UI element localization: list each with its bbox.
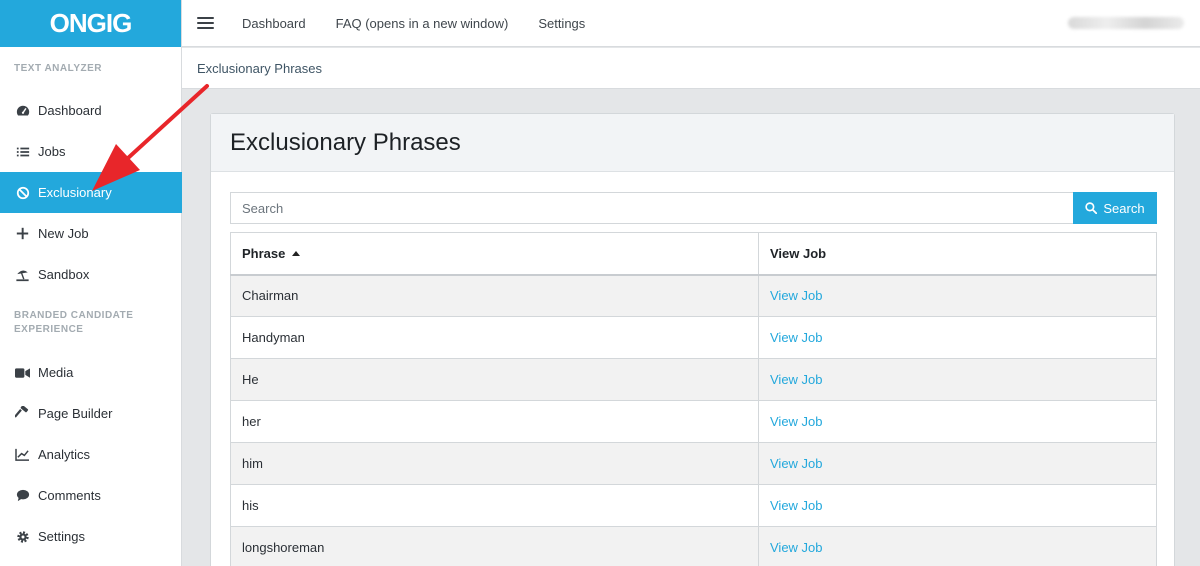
view-job-cell: View Job bbox=[758, 526, 1157, 566]
phrase-cell: him bbox=[230, 442, 759, 485]
table-row: him View Job bbox=[230, 442, 1157, 485]
hamburger-icon[interactable] bbox=[197, 14, 214, 32]
ongig-logo[interactable]: ONGIG bbox=[0, 0, 181, 47]
sidebar-item-dashboard[interactable]: Dashboard bbox=[0, 90, 182, 131]
table-header-row: Phrase View Job bbox=[230, 232, 1157, 276]
sidebar-item-label: Analytics bbox=[38, 447, 91, 462]
view-job-cell: View Job bbox=[758, 358, 1157, 401]
phrase-cell: longshoreman bbox=[230, 526, 759, 566]
table-row: his View Job bbox=[230, 484, 1157, 527]
sidebar-item-exclusionary[interactable]: Exclusionary bbox=[0, 172, 182, 213]
table-row: her View Job bbox=[230, 400, 1157, 443]
video-icon bbox=[15, 365, 30, 380]
top-link-dashboard[interactable]: Dashboard bbox=[242, 16, 306, 31]
search-button-label: Search bbox=[1103, 200, 1145, 216]
search-input[interactable] bbox=[230, 192, 1073, 224]
top-navigation-bar: Dashboard FAQ (opens in a new window) Se… bbox=[182, 0, 1200, 47]
sidebar-item-jobs[interactable]: Jobs bbox=[0, 131, 182, 172]
sidebar-item-media[interactable]: Media bbox=[0, 352, 182, 393]
sidebar-item-label: Sandbox bbox=[38, 267, 90, 282]
sidebar: ONGIG TEXT ANALYZER Dashboard Jobs Exclu… bbox=[0, 0, 182, 566]
search-icon bbox=[1085, 202, 1098, 214]
exclusionary-phrases-card: Exclusionary Phrases Search Phrase View … bbox=[210, 113, 1175, 566]
sidebar-item-sandbox[interactable]: Sandbox bbox=[0, 254, 182, 295]
view-job-cell: View Job bbox=[758, 400, 1157, 443]
phrase-cell: her bbox=[230, 400, 759, 443]
column-header-phrase[interactable]: Phrase bbox=[230, 232, 759, 276]
plus-icon bbox=[15, 226, 30, 241]
gear-icon bbox=[15, 529, 30, 544]
sidebar-item-page-builder[interactable]: Page Builder bbox=[0, 393, 182, 434]
page-title: Exclusionary Phrases bbox=[211, 114, 1174, 172]
search-button[interactable]: Search bbox=[1073, 192, 1157, 224]
column-header-view-job: View Job bbox=[758, 232, 1157, 276]
view-job-link[interactable]: View Job bbox=[770, 540, 823, 555]
table-row: Chairman View Job bbox=[230, 274, 1157, 317]
sidebar-item-label: Media bbox=[38, 365, 74, 380]
view-job-link[interactable]: View Job bbox=[770, 498, 823, 513]
view-job-cell: View Job bbox=[758, 442, 1157, 485]
breadcrumb-current: Exclusionary Phrases bbox=[197, 60, 322, 76]
speedometer-icon bbox=[15, 103, 30, 118]
breadcrumb: Exclusionary Phrases bbox=[182, 48, 1200, 89]
view-job-cell: View Job bbox=[758, 484, 1157, 527]
hammer-icon bbox=[15, 406, 30, 421]
view-job-link[interactable]: View Job bbox=[770, 414, 823, 429]
view-job-cell: View Job bbox=[758, 316, 1157, 359]
chart-line-icon bbox=[15, 447, 30, 462]
sidebar-item-new-job[interactable]: New Job bbox=[0, 213, 182, 254]
list-icon bbox=[15, 144, 30, 159]
sidebar-item-label: Page Builder bbox=[38, 406, 113, 421]
section-label-branded-candidate-experience: BRANDED CANDIDATE EXPERIENCE bbox=[14, 310, 134, 335]
sidebar-item-settings[interactable]: Settings bbox=[0, 516, 182, 557]
view-job-cell: View Job bbox=[758, 274, 1157, 317]
sidebar-item-comments[interactable]: Comments bbox=[0, 475, 182, 516]
view-job-link[interactable]: View Job bbox=[770, 372, 823, 387]
view-job-link[interactable]: View Job bbox=[770, 456, 823, 471]
phrase-cell: Chairman bbox=[230, 274, 759, 317]
user-menu[interactable] bbox=[1068, 17, 1184, 29]
phrase-cell: Handyman bbox=[230, 316, 759, 359]
ban-icon bbox=[15, 185, 30, 200]
sidebar-item-label: Dashboard bbox=[38, 103, 102, 118]
umbrella-beach-icon bbox=[15, 267, 30, 282]
top-link-settings[interactable]: Settings bbox=[538, 16, 585, 31]
sidebar-item-label: Settings bbox=[38, 529, 85, 544]
sidebar-item-label: New Job bbox=[38, 226, 89, 241]
table-row: longshoreman View Job bbox=[230, 526, 1157, 566]
top-link-faq[interactable]: FAQ (opens in a new window) bbox=[336, 16, 509, 31]
phrase-cell: his bbox=[230, 484, 759, 527]
sort-ascending-icon bbox=[292, 250, 301, 256]
phrases-table: Phrase View Job Chairman View Job Handyma… bbox=[230, 232, 1157, 566]
table-row: He View Job bbox=[230, 358, 1157, 401]
view-job-link[interactable]: View Job bbox=[770, 288, 823, 303]
table-row: Handyman View Job bbox=[230, 316, 1157, 359]
sidebar-item-label: Jobs bbox=[38, 144, 66, 159]
search-form: Search bbox=[230, 192, 1157, 224]
comment-icon bbox=[15, 488, 30, 503]
section-label-text-analyzer: TEXT ANALYZER bbox=[14, 63, 102, 74]
sidebar-item-label: Exclusionary bbox=[38, 185, 112, 200]
sidebar-item-label: Comments bbox=[38, 488, 101, 503]
phrase-cell: He bbox=[230, 358, 759, 401]
sidebar-item-analytics[interactable]: Analytics bbox=[0, 434, 182, 475]
view-job-link[interactable]: View Job bbox=[770, 330, 823, 345]
